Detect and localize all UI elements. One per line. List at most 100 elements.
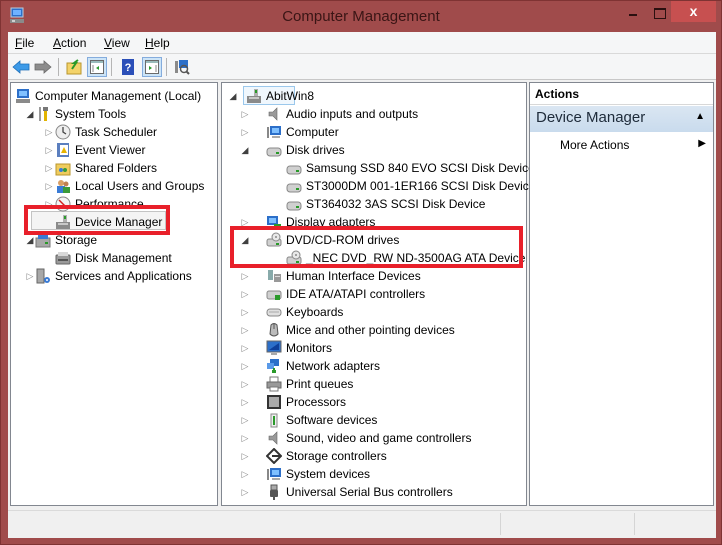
collapse-arrow-icon[interactable]: ▷ bbox=[25, 267, 35, 285]
hid-icon bbox=[268, 270, 281, 282]
actions-section-device-manager[interactable]: Device Manager ▲ bbox=[530, 106, 713, 132]
collapse-arrow-icon[interactable]: ▷ bbox=[240, 123, 250, 141]
printer-icon bbox=[266, 376, 282, 392]
collapse-arrow-icon[interactable]: ▷ bbox=[44, 141, 54, 159]
arrow-right-icon bbox=[34, 60, 52, 74]
minimize-button[interactable] bbox=[618, 1, 646, 21]
software-device-icon bbox=[270, 413, 278, 428]
device-tree-pane: ◢ AbitWin8 ▷ Audio inputs and outputs ▷ Com… bbox=[221, 82, 535, 506]
maximize-button[interactable] bbox=[645, 1, 673, 21]
properties-button[interactable] bbox=[172, 57, 192, 77]
device-label: Audio inputs and outputs bbox=[286, 107, 419, 121]
console-tree-pane: Computer Management (Local) ◢ System Too… bbox=[10, 82, 218, 506]
device-label: Disk drives bbox=[286, 143, 345, 157]
action-more-actions[interactable]: More Actions bbox=[560, 138, 629, 152]
menu-bar: File Action View Help bbox=[8, 32, 716, 54]
collapse-arrow-icon[interactable]: ▷ bbox=[240, 465, 250, 483]
collapse-arrow-icon[interactable]: ▷ bbox=[240, 339, 250, 357]
menu-help[interactable]: Help bbox=[145, 36, 170, 50]
disk-drive-icon bbox=[286, 183, 302, 193]
status-separator bbox=[500, 513, 501, 535]
client-area: File Action View Help ? Computer Managem… bbox=[8, 32, 716, 538]
expand-arrow-icon[interactable]: ◢ bbox=[240, 141, 250, 159]
actions-section-title: Device Manager bbox=[536, 109, 646, 126]
device-label: Human Interface Devices bbox=[286, 269, 421, 283]
window-title: Computer Management bbox=[282, 8, 440, 25]
action-pane-icon bbox=[145, 60, 159, 74]
collapse-arrow-icon[interactable]: ▷ bbox=[240, 429, 250, 447]
collapse-arrow-icon[interactable]: ▷ bbox=[240, 447, 250, 465]
svg-text:?: ? bbox=[125, 62, 132, 74]
computer-icon bbox=[267, 126, 281, 138]
collapse-arrow-icon[interactable]: ▷ bbox=[240, 483, 250, 501]
device-label: Keyboards bbox=[286, 305, 344, 319]
computer-management-icon bbox=[16, 89, 30, 103]
processor-icon bbox=[267, 395, 281, 409]
storage-controller-icon bbox=[266, 448, 282, 464]
device-label: Mice and other pointing devices bbox=[286, 323, 455, 337]
expand-arrow-icon[interactable]: ◢ bbox=[25, 105, 35, 123]
collapse-arrow-icon[interactable]: ▷ bbox=[240, 105, 250, 123]
clock-icon bbox=[55, 124, 71, 140]
collapse-arrow-icon[interactable]: ▷ bbox=[44, 159, 54, 177]
collapse-arrow-icon[interactable]: ▷ bbox=[44, 123, 54, 141]
device-label: IDE ATA/ATAPI controllers bbox=[286, 287, 426, 301]
disk-drive-icon bbox=[266, 147, 282, 157]
title-bar[interactable]: Computer Management x bbox=[1, 1, 721, 31]
back-button[interactable] bbox=[11, 57, 31, 77]
collapse-arrow-icon[interactable]: ▷ bbox=[44, 177, 54, 195]
close-icon: x bbox=[689, 3, 698, 19]
show-hide-action-pane-button[interactable] bbox=[142, 57, 162, 77]
event-viewer-icon bbox=[57, 143, 69, 157]
collapse-arrow-icon[interactable]: ▷ bbox=[240, 303, 250, 321]
collapse-arrow-icon[interactable]: ▷ bbox=[240, 267, 250, 285]
device-label: Print queues bbox=[286, 377, 354, 391]
device-label: Software devices bbox=[286, 413, 378, 427]
collapse-arrow-icon[interactable]: ▷ bbox=[240, 285, 250, 303]
collapse-arrow-icon[interactable]: ▷ bbox=[240, 393, 250, 411]
disk-drive-icon bbox=[286, 201, 302, 211]
collapse-arrow-icon[interactable]: ▷ bbox=[240, 375, 250, 393]
keyboard-icon bbox=[266, 308, 282, 317]
close-button[interactable]: x bbox=[671, 1, 716, 22]
highlight-dvd-drive bbox=[230, 226, 523, 268]
menu-action[interactable]: Action bbox=[53, 36, 86, 50]
shared-folder-icon bbox=[55, 163, 71, 176]
device-label: Universal Serial Bus controllers bbox=[286, 485, 453, 499]
device-manager-icon bbox=[247, 89, 261, 103]
menu-view[interactable]: View bbox=[104, 36, 130, 50]
console-tree-icon bbox=[90, 60, 104, 74]
actions-header: Actions bbox=[530, 83, 713, 105]
toolbar: ? bbox=[8, 54, 716, 80]
collapse-arrow-icon[interactable]: ▷ bbox=[240, 321, 250, 339]
status-bar bbox=[8, 510, 716, 537]
device-label: Computer bbox=[286, 125, 339, 139]
device-label: Sound, video and game controllers bbox=[286, 431, 472, 445]
status-separator bbox=[634, 513, 635, 535]
collapse-arrow-icon[interactable]: ▷ bbox=[240, 357, 250, 375]
users-icon bbox=[57, 180, 70, 193]
menu-file[interactable]: File bbox=[15, 36, 34, 50]
speaker-icon bbox=[268, 431, 278, 445]
disk-drive-icon bbox=[286, 165, 302, 175]
toolbar-separator bbox=[166, 58, 167, 76]
collapse-arrow-icon[interactable]: ▷ bbox=[240, 411, 250, 429]
services-icon bbox=[36, 268, 50, 284]
help-button[interactable]: ? bbox=[118, 57, 138, 77]
collapse-caret-icon[interactable]: ▲ bbox=[695, 111, 705, 122]
device-label: System devices bbox=[286, 467, 371, 481]
monitor-icon bbox=[266, 340, 282, 355]
device-label: Storage controllers bbox=[286, 449, 387, 463]
disk-management-icon bbox=[55, 252, 71, 265]
show-hide-console-tree-button[interactable] bbox=[87, 57, 107, 77]
expand-arrow-icon[interactable]: ◢ bbox=[228, 87, 238, 105]
device-label: Network adapters bbox=[286, 359, 381, 373]
submenu-arrow-icon[interactable]: ▶ bbox=[698, 138, 706, 149]
up-one-level-button[interactable] bbox=[64, 57, 84, 77]
tools-icon bbox=[39, 107, 48, 121]
network-adapter-icon bbox=[267, 359, 279, 373]
device-label: Processors bbox=[286, 395, 347, 409]
computer-search-icon bbox=[175, 60, 190, 75]
highlight-device-manager bbox=[24, 205, 170, 235]
forward-button[interactable] bbox=[33, 57, 53, 77]
